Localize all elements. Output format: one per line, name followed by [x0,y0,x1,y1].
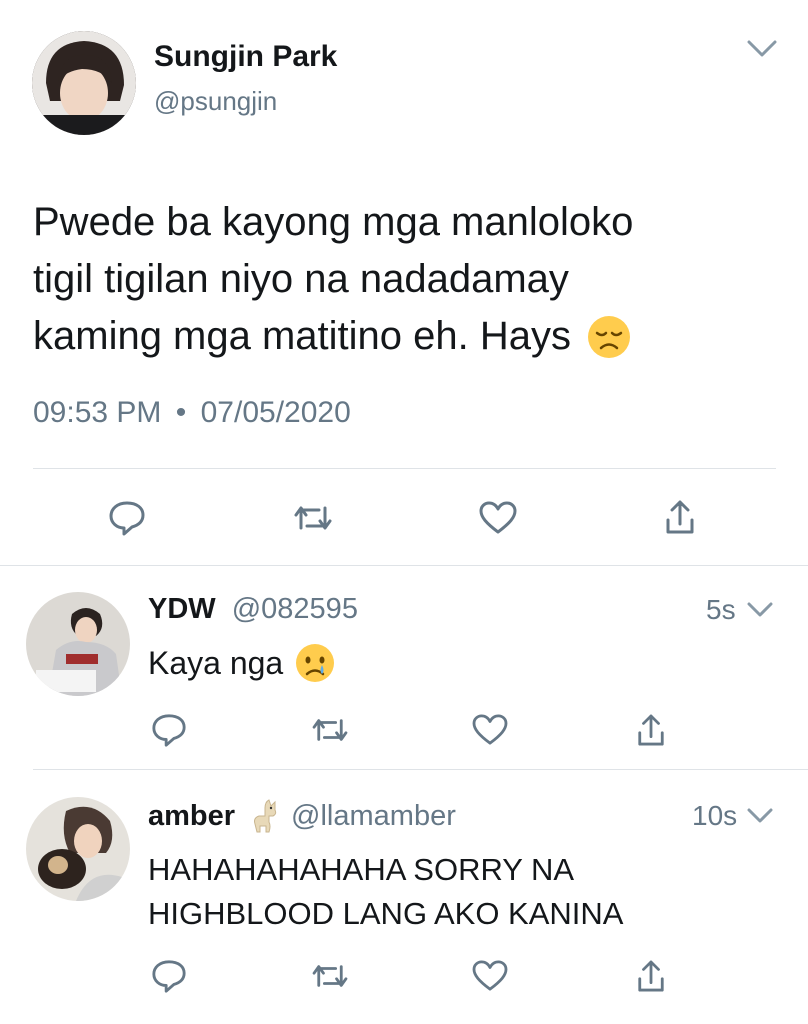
chevron-down-icon[interactable] [746,807,774,825]
reply-text: HAHAHAHAHAHA SORRY NA HIGHBLOOD LANG AKO… [148,848,623,936]
reply-handle[interactable]: @082595 [232,593,358,625]
share-icon[interactable] [636,712,666,748]
avatar-amber[interactable] [26,797,130,901]
share-icon[interactable] [664,498,696,536]
llama-emoji [249,798,281,834]
reply-author[interactable]: amber @llamamber [148,798,456,834]
like-icon[interactable] [471,714,509,746]
tweet-text-line: kaming mga matitino eh. Hays [33,308,773,365]
reply-icon[interactable] [151,958,187,994]
reply-icon[interactable] [151,712,187,748]
reply-display-name[interactable]: YDW [148,593,216,625]
tweet-time: 09:53 PM [33,396,162,429]
like-icon[interactable] [478,501,518,535]
retweet-icon[interactable] [292,502,334,534]
chevron-down-icon[interactable] [746,601,774,619]
divider [33,468,776,469]
reply-text: Kaya nga [148,643,335,683]
reply-text-line: HIGHBLOOD LANG AKO KANINA [148,896,624,931]
timestamp-separator: • [175,396,187,429]
main-handle[interactable]: @psungjin [154,86,277,117]
reply-age[interactable]: 5s [706,594,736,626]
disappointed-face-emoji [587,315,631,359]
reply-display-name[interactable]: amber [148,800,235,833]
reply-author[interactable]: YDW @082595 [148,593,358,626]
like-icon[interactable] [471,960,509,992]
tweet-timestamp: 09:53 PM • 07/05/2020 [33,396,351,430]
section-divider [0,565,808,566]
main-display-name[interactable]: Sungjin Park [154,40,337,74]
tweet-text-line: Pwede ba kayong mga manloloko [33,200,634,244]
reply-divider [33,769,808,770]
reply-age[interactable]: 10s [692,800,737,832]
tweet-date[interactable]: 07/05/2020 [201,396,351,429]
avatar-sungjin[interactable] [32,31,136,135]
tweet-text-line: tigil tigilan niyo na nadadamay [33,257,569,301]
tweet-text: Pwede ba kayong mga manloloko tigil tigi… [33,194,773,365]
chevron-down-icon[interactable] [746,38,778,60]
retweet-icon[interactable] [310,715,350,745]
reply-handle[interactable]: @llamamber [291,800,456,833]
reply-text-line: HAHAHAHAHAHA SORRY NA [148,852,575,887]
retweet-icon[interactable] [310,961,350,991]
share-icon[interactable] [636,958,666,994]
avatar-ydw[interactable] [26,592,130,696]
crying-face-emoji [295,643,335,683]
reply-icon[interactable] [108,499,146,537]
